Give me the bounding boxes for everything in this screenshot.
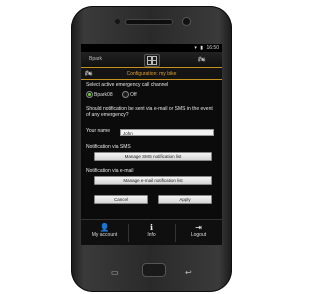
channel-heading: Select active emergency call channel [86, 82, 169, 88]
sms-heading: Notification via SMS [86, 144, 131, 150]
notify-question: Should notification be sent via e-mail o… [86, 106, 213, 118]
nav-label-logout: Logout [190, 232, 207, 238]
nav-my-account[interactable]: 👤 My account [81, 223, 128, 238]
menu-key-icon[interactable]: ↩ [185, 268, 192, 277]
info-icon: ℹ [149, 223, 154, 232]
status-icons: ▾ ▮ [194, 45, 204, 51]
app-bar: Bpark 🏍 [81, 52, 222, 68]
name-label: Your name [86, 128, 110, 134]
apply-button[interactable]: Apply [158, 195, 212, 204]
name-field[interactable]: John [120, 129, 214, 136]
motorcycle-icon[interactable]: 🏍 [198, 56, 206, 63]
nav-info[interactable]: ℹ Info [128, 223, 175, 238]
home-button[interactable] [142, 263, 166, 277]
config-header: 🏍 Configuration: my bike [81, 68, 222, 80]
account-icon: 👤 [99, 223, 110, 232]
nav-logout[interactable]: ⇥ Logout [175, 223, 222, 238]
proximity-sensor [115, 19, 120, 24]
cancel-button[interactable]: Cancel [94, 195, 148, 204]
manage-email-button[interactable]: Manage e-mail notification list [94, 176, 212, 185]
config-title: Configuration: my bike [126, 71, 177, 77]
bottom-nav: 👤 My account ℹ Info ⇥ Logout [81, 219, 222, 245]
status-bar: ▾ ▮ 16:50 [81, 44, 222, 52]
nav-label-my-account: My account [91, 232, 118, 238]
radio-label-off: Off [130, 92, 137, 98]
app-title: Bpark [89, 56, 103, 62]
grid-icon [152, 60, 157, 65]
status-time: 16:50 [206, 45, 219, 51]
grid-menu-button[interactable] [144, 54, 160, 67]
logout-icon: ⇥ [195, 223, 202, 232]
radio-off[interactable] [122, 91, 129, 98]
email-heading: Notification via e-mail [86, 168, 134, 174]
app-screen: ▾ ▮ 16:50 Bpark 🏍 🏍 Configuration: my bi… [81, 44, 222, 245]
radio-label-bpark08: Bpark08 [94, 92, 113, 98]
phone-frame: ▾ ▮ 16:50 Bpark 🏍 🏍 Configuration: my bi… [71, 6, 232, 292]
nav-label-info: Info [147, 232, 156, 238]
front-camera [183, 18, 190, 25]
earpiece-speaker [126, 20, 172, 24]
back-key-icon[interactable]: ▭ [111, 268, 119, 277]
radio-bpark08[interactable] [86, 91, 93, 98]
manage-sms-button[interactable]: Manage SMS notification list [94, 152, 212, 161]
